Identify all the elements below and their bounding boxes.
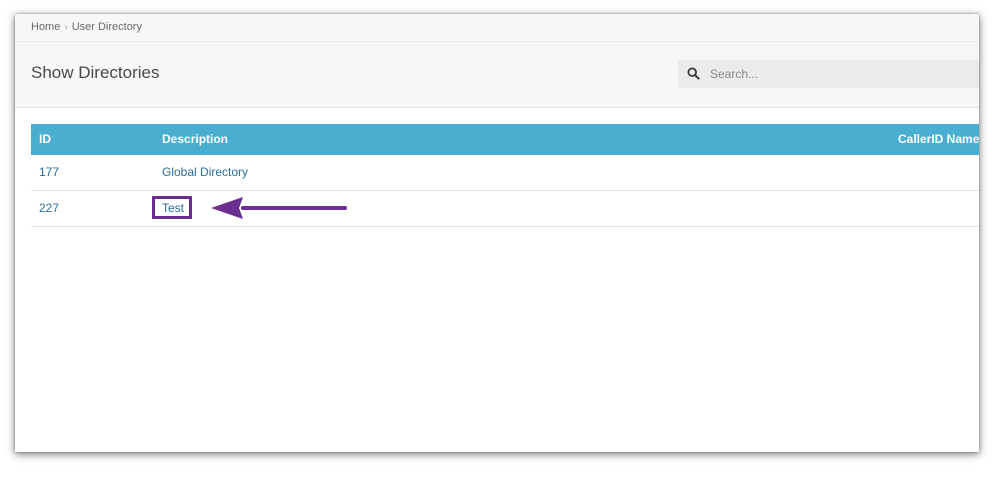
breadcrumb-separator: › <box>64 22 68 33</box>
annotation-highlight-box <box>152 196 192 219</box>
app-window: Home ›User Directory Show Directories ID … <box>15 14 979 452</box>
row-id-link[interactable]: 177 <box>39 155 59 190</box>
page-title: Show Directories <box>31 63 160 82</box>
search-input[interactable] <box>710 60 979 88</box>
search-box[interactable] <box>678 60 979 88</box>
breadcrumb-current: User Directory <box>71 21 142 33</box>
search-icon <box>687 67 700 80</box>
row-id-link[interactable]: 227 <box>39 191 59 226</box>
page-header: Show Directories <box>15 42 979 108</box>
annotation-arrow-icon <box>211 197 347 219</box>
table-row[interactable]: 177 Global Directory <box>31 155 979 191</box>
row-description-link[interactable]: Global Directory <box>162 155 248 190</box>
table-row[interactable]: 227 Test <box>31 191 979 227</box>
column-header-callerid-name[interactable]: CallerID Name <box>898 124 979 155</box>
column-header-id[interactable]: ID <box>39 124 51 155</box>
table-header: ID Description CallerID Name <box>31 124 979 155</box>
directories-table: ID Description CallerID Name 177 Global … <box>31 124 979 227</box>
column-header-description[interactable]: Description <box>162 124 228 155</box>
breadcrumb-home[interactable]: Home <box>31 21 60 33</box>
breadcrumb: Home › User Directory <box>15 14 979 42</box>
